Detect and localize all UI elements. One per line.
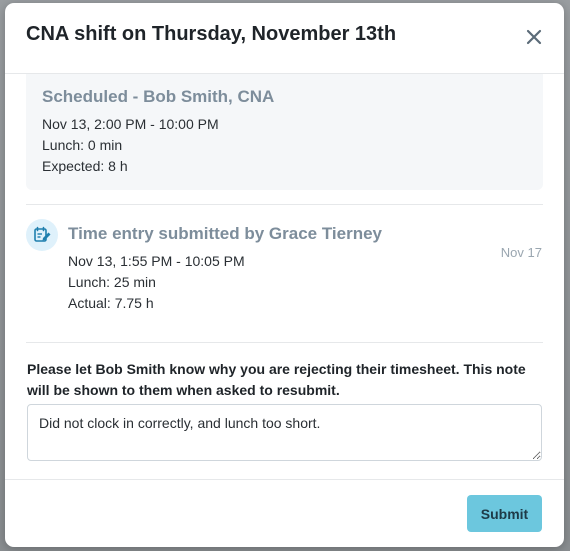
rejection-note-field[interactable]: Did not clock in correctly, and lunch to… (27, 404, 542, 461)
scheduled-expected: Expected: 8 h (42, 158, 128, 174)
scheduled-title: Scheduled - Bob Smith, CNA (42, 87, 275, 106)
scheduled-lunch: Lunch: 0 min (42, 137, 123, 153)
rejection-prompt: Please let Bob Smith know why you are re… (27, 361, 526, 398)
edit-document-icon (34, 226, 51, 242)
section-divider (26, 204, 543, 205)
section-divider (26, 342, 543, 343)
scheduled-card: Scheduled - Bob Smith, CNA Nov 13, 2:00 … (26, 74, 543, 190)
entry-title: Time entry submitted by Grace Tierney (68, 224, 382, 243)
footer-divider (5, 479, 564, 480)
scheduled-time: Nov 13, 2:00 PM - 10:00 PM (42, 116, 219, 132)
entry-actual: Actual: 7.75 h (68, 295, 154, 311)
entry-icon-badge (26, 219, 58, 251)
modal-title: CNA shift on Thursday, November 13th (26, 23, 397, 45)
submit-button[interactable]: Submit (467, 495, 542, 532)
close-button[interactable] (524, 27, 544, 47)
entry-date: Nov 17 (500, 245, 542, 260)
modal-header: CNA shift on Thursday, November 13th (5, 3, 564, 74)
close-icon[interactable] (524, 27, 544, 47)
entry-time: Nov 13, 1:55 PM - 10:05 PM (68, 253, 245, 269)
entry-lunch: Lunch: 25 min (68, 274, 156, 290)
shift-modal: CNA shift on Thursday, November 13th Sch… (5, 3, 564, 547)
